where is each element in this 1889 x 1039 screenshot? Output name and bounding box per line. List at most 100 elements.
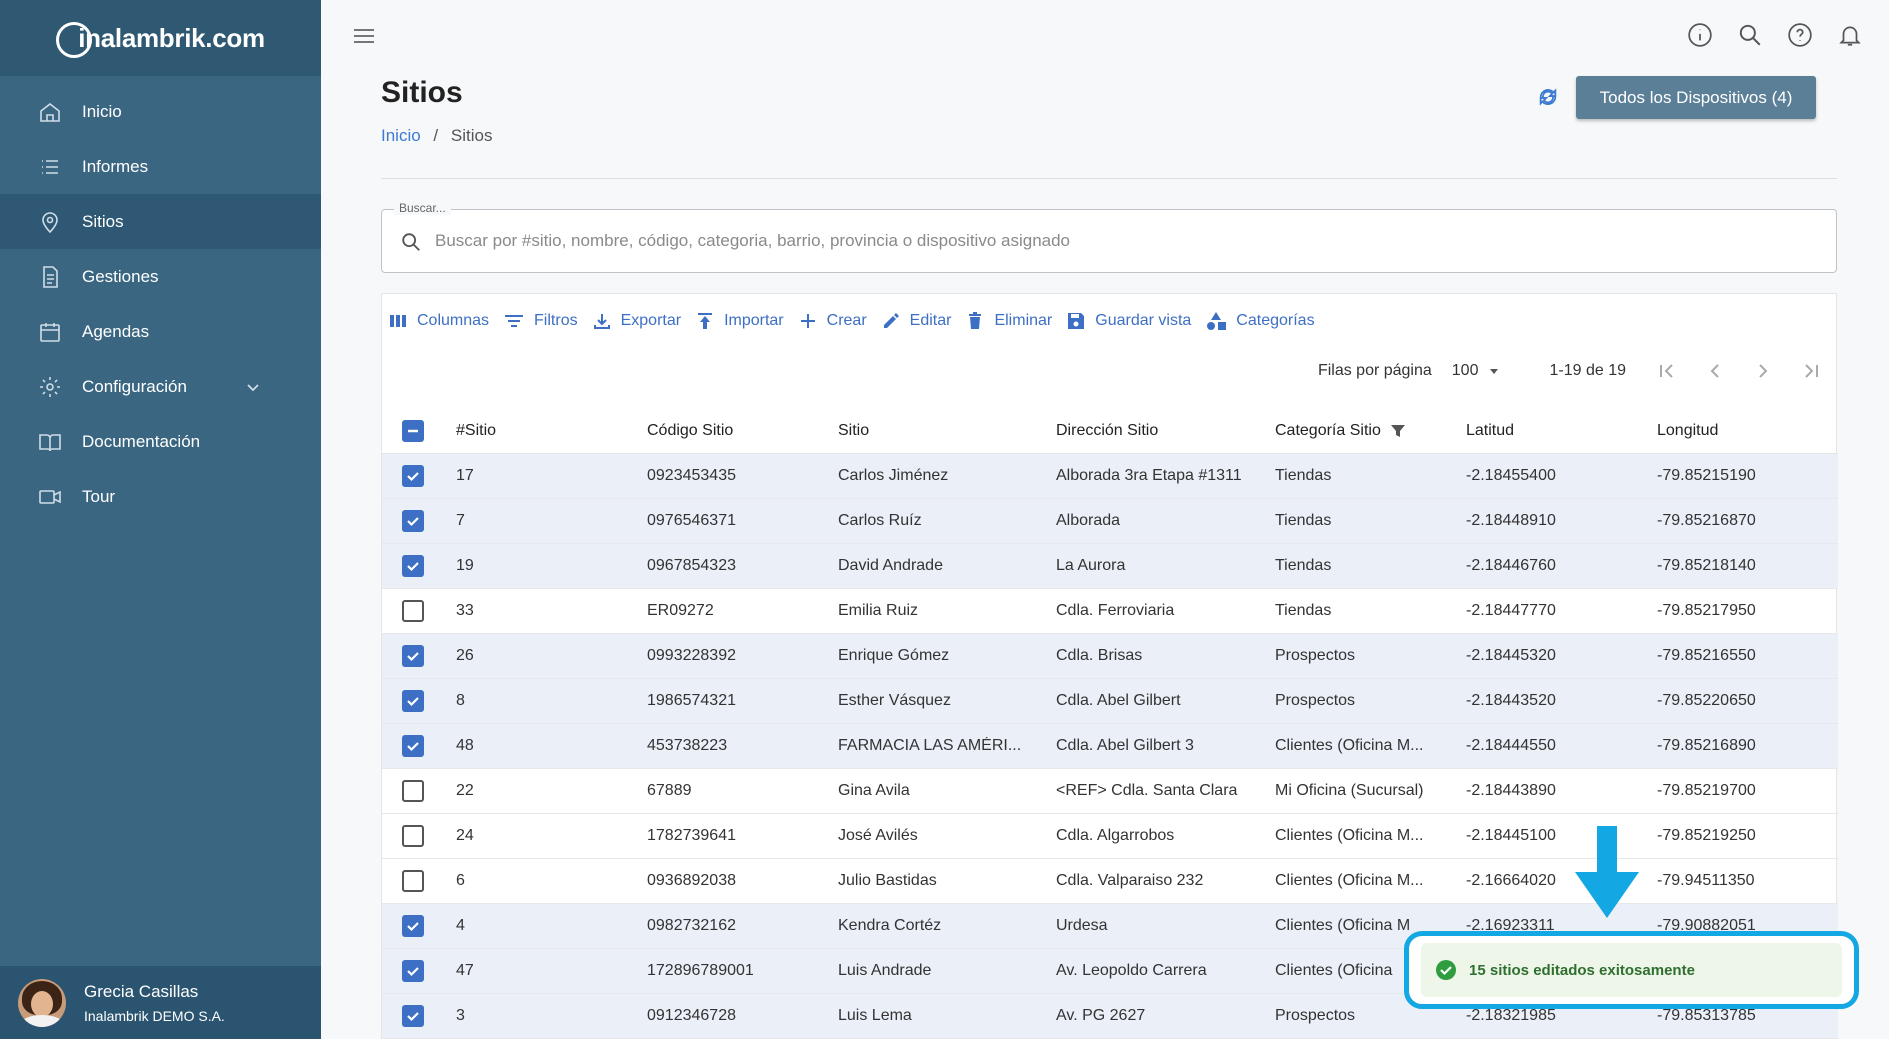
save-view-label: Guardar vista <box>1095 312 1192 329</box>
column-header[interactable]: Sitio <box>838 422 1056 440</box>
table-row[interactable]: 19 0967854323 David Andrade La Aurora Tienda… <box>382 544 1838 589</box>
sidebar: in alambrik.com Inicio Informes Sitios Ge… <box>0 0 321 1039</box>
menu-icon[interactable] <box>352 26 376 46</box>
table-cell: 1986574321 <box>647 692 736 709</box>
save-view-button[interactable]: Guardar vista <box>1066 311 1191 331</box>
refresh-icon[interactable] <box>1537 86 1559 108</box>
sidebar-item-label: Configuración <box>82 376 187 396</box>
search-input[interactable] <box>435 226 1815 256</box>
breadcrumb-current: Sitios <box>450 126 493 145</box>
sidebar-item-label: Documentación <box>82 431 201 451</box>
table-cell: Clientes (Oficina M... <box>1275 872 1424 889</box>
search-field[interactable]: Buscar... <box>381 201 1837 273</box>
columns-button[interactable]: Columnas <box>388 311 489 331</box>
user-profile[interactable]: Grecia Casillas Inalambrik DEMO S.A. <box>0 966 321 1039</box>
table-row[interactable]: 26 0993228392 Enrique Gómez Cdla. Brisas Pro… <box>382 634 1838 679</box>
column-header[interactable]: #Sitio <box>456 422 647 440</box>
table-cell: Prospectos <box>1275 1007 1356 1024</box>
row-checkbox[interactable] <box>402 690 424 712</box>
table-cell: 0923453435 <box>647 467 736 484</box>
sidebar-item-documentacion[interactable]: Documentación <box>0 414 321 469</box>
chevron-down-icon[interactable] <box>245 379 261 395</box>
location-pin-icon <box>42 211 58 233</box>
create-button[interactable]: Crear <box>798 311 867 331</box>
row-checkbox[interactable] <box>402 825 424 847</box>
column-header[interactable]: Dirección Sitio <box>1056 422 1275 440</box>
bell-icon[interactable] <box>1837 22 1863 48</box>
select-all-checkbox[interactable] <box>402 420 424 442</box>
sidebar-item-tour[interactable]: Tour <box>0 469 321 524</box>
table-cell: Luis Lema <box>838 1007 912 1024</box>
table-row[interactable]: 33 ER09272 Emilia Ruiz Cdla. Ferroviaria Tie… <box>382 589 1838 634</box>
table-cell: 0967854323 <box>647 557 736 574</box>
categories-button[interactable]: Categorías <box>1205 311 1315 331</box>
app-logo[interactable]: in alambrik.com <box>0 0 321 76</box>
info-icon[interactable] <box>1687 22 1713 48</box>
table-cell: Av. PG 2627 <box>1056 1007 1146 1024</box>
table-cell: -79.85219700 <box>1657 782 1756 799</box>
row-checkbox[interactable] <box>402 960 424 982</box>
table-row[interactable]: 22 67889 Gina Avila <REF> Cdla. Santa Clara… <box>382 769 1838 814</box>
columns-label: Columnas <box>417 312 490 329</box>
pagination: Filas por página 100 1-19 de 19 <box>1318 356 1836 386</box>
column-header[interactable]: Latitud <box>1466 422 1657 440</box>
previous-page-icon[interactable] <box>1704 360 1726 382</box>
row-checkbox[interactable] <box>402 645 424 667</box>
table-toolbar: Columnas Filtros Exportar Importar Crear… <box>388 306 1329 336</box>
row-checkbox[interactable] <box>402 915 424 937</box>
row-checkbox[interactable] <box>402 1005 424 1027</box>
table-cell: -79.85220650 <box>1657 692 1756 709</box>
sidebar-item-sitios[interactable]: Sitios <box>0 194 321 249</box>
rows-per-page-select[interactable]: 100 <box>1452 361 1505 381</box>
column-header[interactable]: Longitud <box>1657 422 1807 440</box>
row-checkbox[interactable] <box>402 735 424 757</box>
sidebar-item-gestiones[interactable]: Gestiones <box>0 249 321 304</box>
table-row[interactable]: 17 0923453435 Carlos Jiménez Alborada 3ra E… <box>382 454 1838 499</box>
table-cell: -2.18444550 <box>1466 737 1556 754</box>
table-row[interactable]: 8 1986574321 Esther Vásquez Cdla. Abel Gilb… <box>382 679 1838 724</box>
caret-down-icon <box>1490 369 1499 374</box>
sidebar-item-label: Tour <box>82 486 116 506</box>
row-checkbox[interactable] <box>402 780 424 802</box>
sidebar-nav: Inicio Informes Sitios Gestiones Agendas… <box>0 76 321 524</box>
all-devices-button[interactable]: Todos los Dispositivos (4) <box>1576 76 1816 119</box>
calendar-icon <box>40 322 60 342</box>
edit-button[interactable]: Editar <box>881 311 952 331</box>
table-cell: 453738223 <box>647 737 728 754</box>
rows-per-page-value: 100 <box>1451 362 1479 379</box>
import-button[interactable]: Importar <box>695 311 784 331</box>
row-checkbox[interactable] <box>402 600 424 622</box>
edit-label: Editar <box>909 312 952 329</box>
export-button[interactable]: Exportar <box>592 311 681 331</box>
sidebar-item-configuracion[interactable]: Configuración <box>0 359 321 414</box>
sidebar-item-agendas[interactable]: Agendas <box>0 304 321 359</box>
next-page-icon[interactable] <box>1752 360 1774 382</box>
search-icon[interactable] <box>1737 22 1763 48</box>
row-checkbox[interactable] <box>402 870 424 892</box>
row-checkbox[interactable] <box>402 555 424 577</box>
delete-button[interactable]: Eliminar <box>965 311 1052 331</box>
shapes-icon <box>1207 312 1227 330</box>
help-icon[interactable] <box>1787 22 1813 48</box>
column-header[interactable]: Categoría Sitio <box>1275 422 1466 440</box>
table-row[interactable]: 48 453738223 FARMACIA LAS AMÉRI... Cdla. Ab… <box>382 724 1838 769</box>
sidebar-item-inicio[interactable]: Inicio <box>0 84 321 139</box>
last-page-icon[interactable] <box>1800 360 1822 382</box>
filters-button[interactable]: Filtros <box>503 311 578 331</box>
video-camera-icon <box>39 489 61 504</box>
row-checkbox[interactable] <box>402 510 424 532</box>
table-cell: -79.85216870 <box>1657 512 1756 529</box>
table-cell: 19 <box>456 557 474 574</box>
upload-icon <box>698 313 713 329</box>
filter-icon[interactable] <box>1389 422 1407 440</box>
table-row[interactable]: 7 0976546371 Carlos Ruíz Alborada Tiendas -2.… <box>382 499 1838 544</box>
table-cell: Urdesa <box>1056 917 1108 934</box>
first-page-icon[interactable] <box>1656 360 1678 382</box>
columns-icon <box>390 315 406 327</box>
column-header[interactable]: Código Sitio <box>647 422 838 440</box>
create-label: Crear <box>826 312 867 329</box>
row-checkbox[interactable] <box>402 465 424 487</box>
table-cell: ER09272 <box>647 602 714 619</box>
breadcrumb-home-link[interactable]: Inicio <box>381 126 421 145</box>
sidebar-item-informes[interactable]: Informes <box>0 139 321 194</box>
